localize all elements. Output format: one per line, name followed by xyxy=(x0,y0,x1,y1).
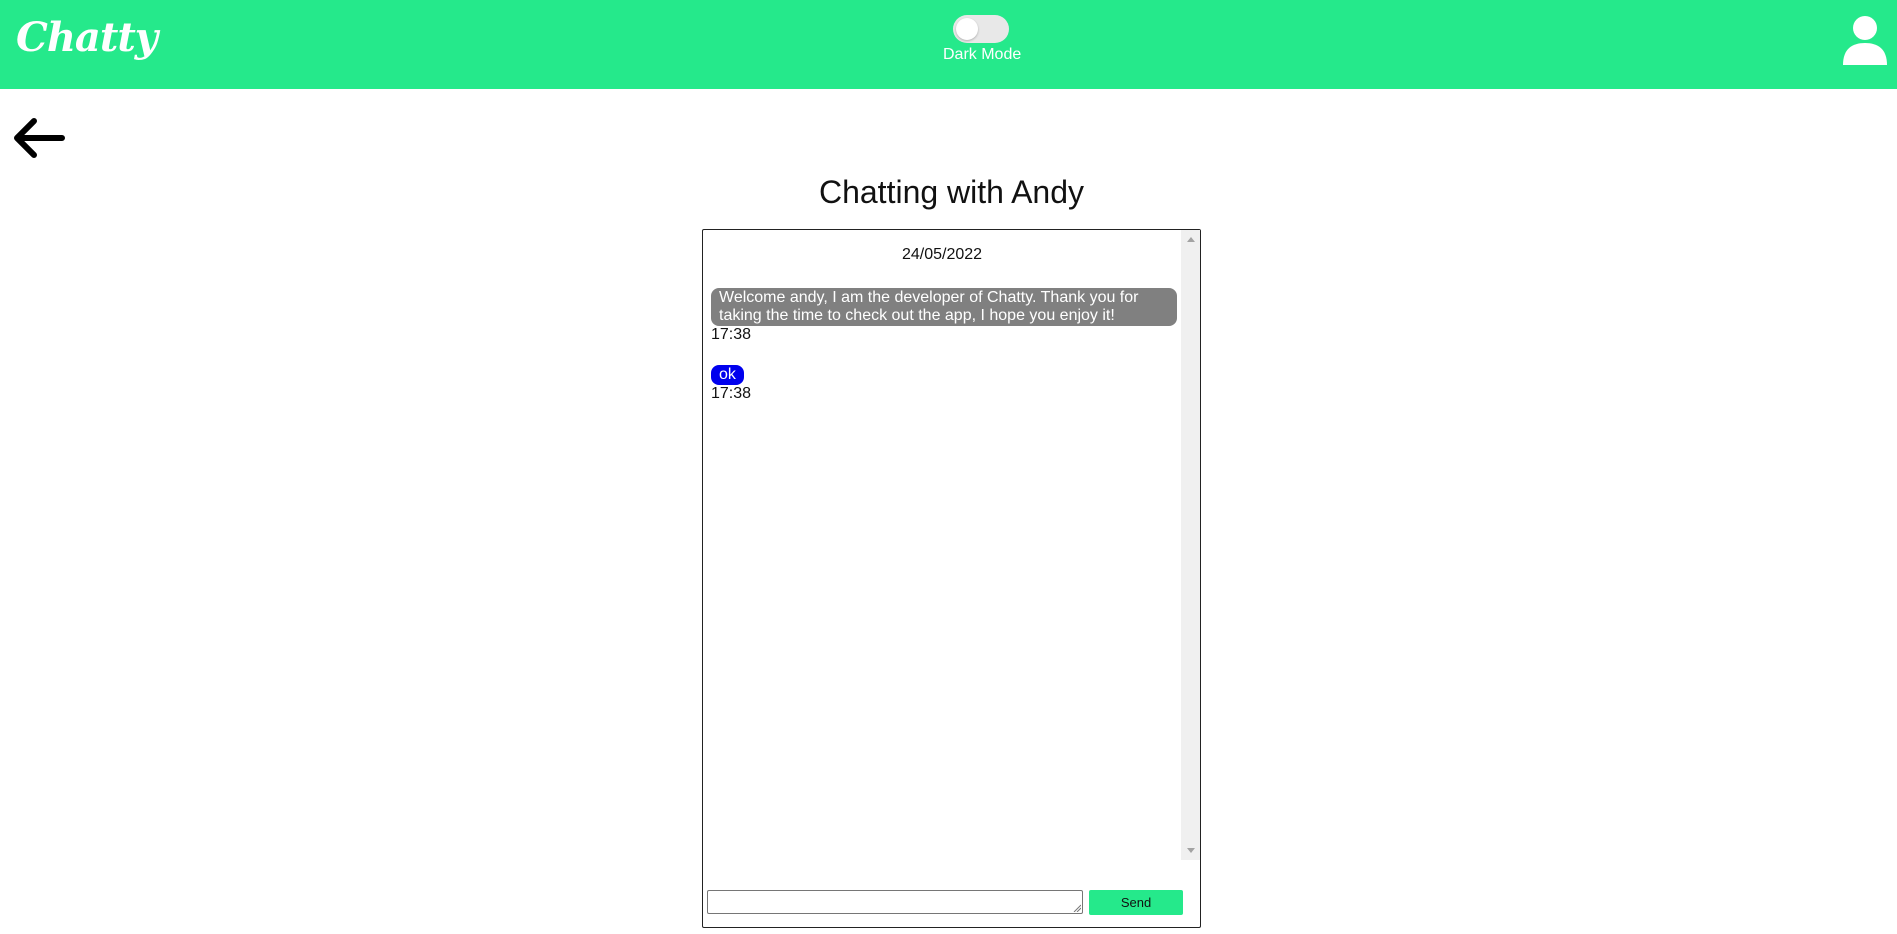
top-navbar: Chatty Dark Mode xyxy=(0,0,1897,89)
scroll-down-arrow-icon[interactable] xyxy=(1187,848,1195,853)
toggle-knob xyxy=(956,18,978,40)
message-time: 17:38 xyxy=(711,326,752,343)
message-item: ok 17:38 xyxy=(711,365,751,403)
chat-title: Chatting with Andy xyxy=(818,174,1085,210)
message-input[interactable] xyxy=(707,890,1083,914)
message-bubble: ok xyxy=(711,365,744,385)
message-bubble: Welcome andy, I am the developer of Chat… xyxy=(711,288,1177,326)
dark-mode-toggle[interactable] xyxy=(953,15,1009,43)
scroll-up-arrow-icon[interactable] xyxy=(1187,237,1195,242)
message-scrollbar[interactable] xyxy=(1181,230,1200,860)
message-composer: Send xyxy=(707,890,1197,920)
app-logo[interactable]: Chatty xyxy=(16,14,158,61)
arrow-left-icon[interactable] xyxy=(8,112,66,162)
send-button[interactable]: Send xyxy=(1089,890,1183,915)
chat-window: 24/05/2022 Welcome andy, I am the develo… xyxy=(702,229,1201,928)
message-item: Welcome andy, I am the developer of Chat… xyxy=(711,288,1177,344)
date-separator: 24/05/2022 xyxy=(901,246,983,263)
message-time: 17:38 xyxy=(711,385,752,402)
message-list[interactable]: 24/05/2022 Welcome andy, I am the develo… xyxy=(703,230,1181,860)
dark-mode-label: Dark Mode xyxy=(943,46,1022,63)
user-icon[interactable] xyxy=(1843,15,1887,65)
dark-mode-toggle-group: Dark Mode xyxy=(943,15,1022,64)
